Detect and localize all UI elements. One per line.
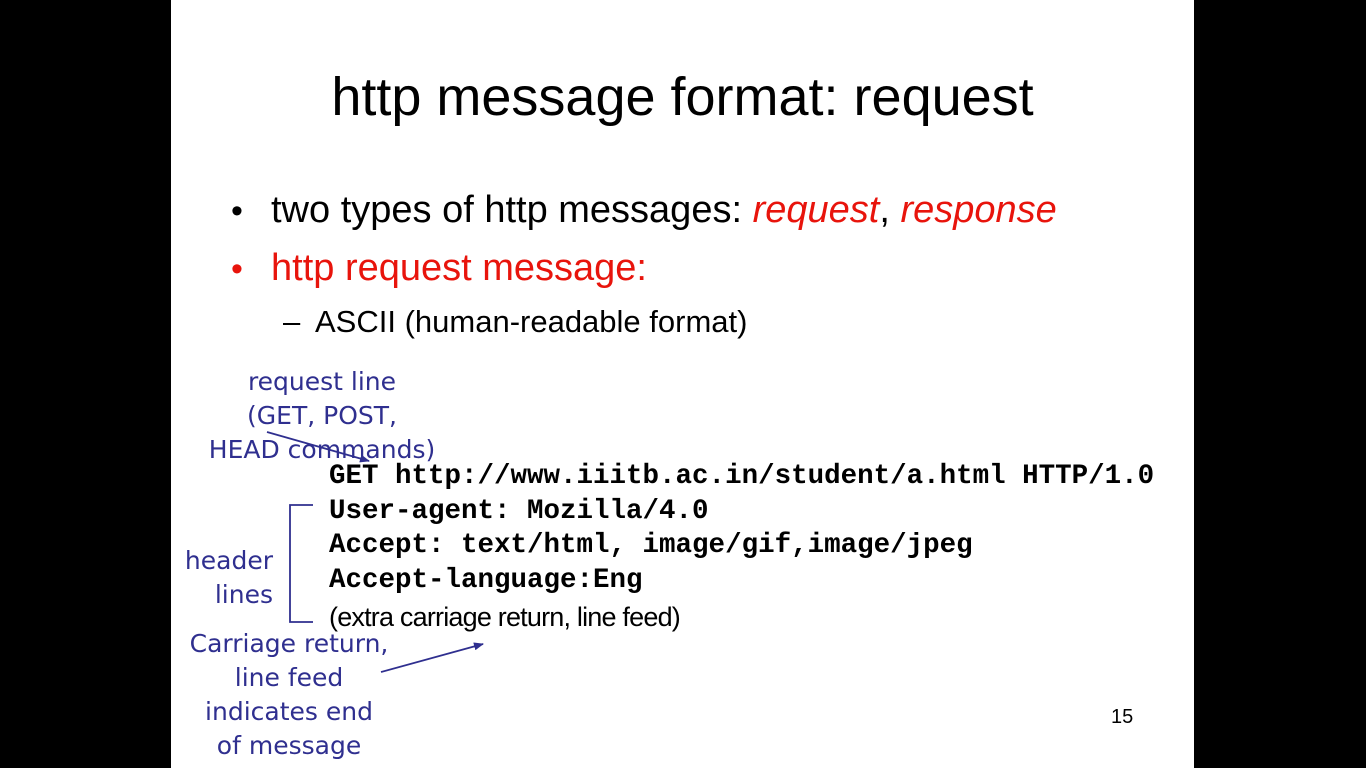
extra-crlf-line: (extra carriage return, line feed) [329, 602, 681, 632]
annotation-line: of message [216, 731, 362, 760]
annotation-line: (GET, POST, [247, 401, 397, 430]
slide-title: http message format: request [331, 67, 1034, 127]
dash-glyph: – [283, 304, 301, 339]
header-line: Accept-language:Eng [329, 564, 643, 596]
bullet-text: http request message: [271, 247, 647, 289]
request-line: GET http://www.iiitb.ac.in/student/a.htm… [329, 461, 1155, 492]
bullet-request-message: • http request message: [231, 247, 647, 290]
annotation-request-line: request line (GET, POST, HEAD commands) [191, 365, 453, 467]
annotation-carriage-return: Carriage return, line feed indicates end… [173, 627, 405, 763]
bullet-text: two types of http messages: [271, 189, 753, 231]
annotation-line: line feed [234, 663, 344, 692]
emphasis-response: response [900, 189, 1057, 231]
annotation-line: lines [214, 580, 273, 609]
annotation-line: request line [247, 367, 397, 396]
bullet-message-types: • two types of http messages: request, re… [231, 189, 1057, 232]
page-number: 15 [1111, 706, 1134, 728]
slide: http message format: request • two types … [171, 0, 1194, 768]
bullet-glyph: • [231, 192, 243, 230]
header-line: Accept: text/html, image/gif,image/jpeg [329, 530, 973, 561]
annotation-line: indicates end [205, 697, 373, 726]
header-line: User-agent: Mozilla/4.0 [329, 495, 709, 527]
bullet-glyph: • [231, 250, 243, 288]
separator: , [879, 189, 901, 231]
annotation-header-lines: header lines [171, 544, 273, 612]
sub-bullet-text: ASCII (human-readable format) [315, 304, 748, 339]
annotation-line: header [184, 546, 273, 575]
header-lines-bracket [289, 504, 313, 623]
http-request-code: GET http://www.iiitb.ac.in/student/a.htm… [329, 460, 1154, 598]
emphasis-request: request [752, 189, 880, 231]
sub-bullet-ascii: – ASCII (human-readable format) [283, 304, 747, 340]
